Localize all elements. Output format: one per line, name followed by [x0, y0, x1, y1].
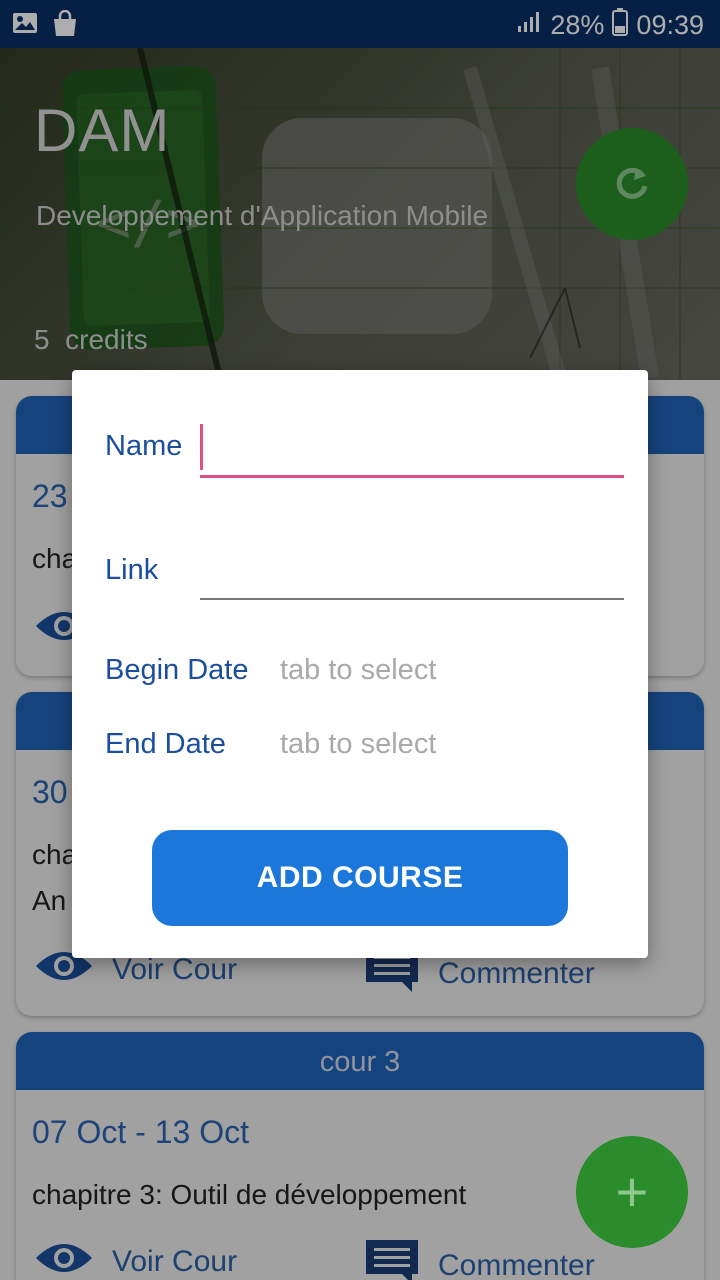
end-date-label: End Date: [105, 728, 226, 760]
text-cursor: [200, 424, 203, 470]
name-input[interactable]: [200, 422, 624, 478]
begin-date-label: Begin Date: [105, 654, 249, 686]
add-course-dialog: Name Link Begin Date tab to select End D…: [72, 370, 648, 958]
end-date-picker[interactable]: tab to select: [280, 728, 436, 761]
link-label: Link: [105, 554, 159, 586]
add-course-button[interactable]: ADD COURSE: [152, 830, 568, 926]
begin-date-picker[interactable]: tab to select: [280, 654, 436, 687]
plus-icon: +: [615, 1160, 649, 1223]
link-input[interactable]: [200, 544, 624, 600]
name-label: Name: [105, 430, 183, 462]
add-course-fab[interactable]: +: [576, 1136, 688, 1248]
